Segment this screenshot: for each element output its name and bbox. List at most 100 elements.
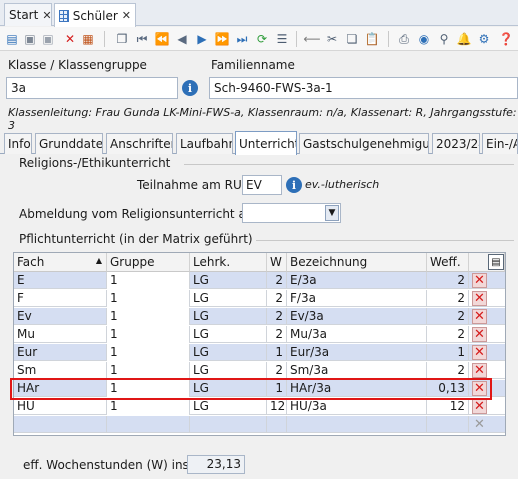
delete-row-icon[interactable]: ✕ — [472, 345, 487, 360]
paste-icon[interactable]: 📋 — [364, 31, 380, 47]
table-row[interactable]: F 1 LG 2 F/3a 2 ✕ — [14, 290, 505, 307]
cell-fach[interactable]: F — [14, 290, 107, 307]
cell-fach[interactable]: Sm — [14, 362, 107, 379]
cell-bezeichnung[interactable]: Sm/3a — [287, 362, 427, 379]
cell-bezeichnung[interactable]: E/3a — [287, 272, 427, 289]
cell-bezeichnung[interactable]: Mu/3a — [287, 326, 427, 343]
delete-row-icon[interactable]: ✕ — [472, 291, 487, 306]
cell-weff[interactable]: 2 — [427, 362, 469, 379]
doc-tab-schueler[interactable]: Schüler ✕ — [54, 3, 136, 27]
column-header-gruppe[interactable]: Gruppe — [107, 253, 190, 272]
save-gray-icon[interactable]: ▣ — [40, 31, 56, 47]
cell-w[interactable]: 2 — [267, 308, 287, 325]
delete-row-icon[interactable]: ✕ — [472, 363, 487, 378]
column-header-fach[interactable]: Fach ▲ — [14, 253, 107, 272]
cell-weff[interactable]: 12 — [427, 398, 469, 415]
cell-gruppe[interactable]: 1 — [107, 344, 190, 361]
cell-weff[interactable]: 2 — [427, 308, 469, 325]
cell-fach[interactable]: E — [14, 272, 107, 289]
tab-gastschulgenehmigung[interactable]: Gastschulgenehmigung — [299, 133, 429, 154]
cell-lehrk[interactable]: LG — [190, 398, 267, 415]
tab-2023-24[interactable]: 2023/24 — [432, 133, 480, 154]
copy-icon[interactable]: ❐ — [114, 31, 130, 47]
cell-weff[interactable]: 2 — [427, 326, 469, 343]
cell-fach-empty[interactable] — [14, 416, 107, 433]
refresh-icon[interactable]: ⟳ — [254, 31, 270, 47]
familienname-field[interactable]: Sch-9460-FWS-3a-1 — [209, 77, 518, 99]
next-fast-icon[interactable]: ⏩ — [214, 31, 230, 47]
tab-info[interactable]: Info — [4, 133, 32, 154]
close-icon[interactable]: ✕ — [42, 9, 51, 22]
cell-lehrk[interactable]: LG — [190, 272, 267, 289]
cell-fach[interactable]: HU — [14, 398, 107, 415]
save-icon[interactable]: ▣ — [22, 31, 38, 47]
cell-fach[interactable]: Mu — [14, 326, 107, 343]
doc-tab-start[interactable]: Start ✕ — [4, 3, 52, 26]
table-row[interactable]: E 1 LG 2 E/3a 2 ✕ — [14, 272, 505, 289]
cell-weff[interactable]: 1 — [427, 344, 469, 361]
delete-icon[interactable]: ✕ — [62, 31, 78, 47]
print-icon[interactable]: ⎙ — [396, 31, 412, 47]
copy2-icon[interactable]: ❏ — [344, 31, 360, 47]
table-row[interactable]: Mu 1 LG 2 Mu/3a 2 ✕ — [14, 326, 505, 343]
cancel-icon[interactable]: ▦ — [80, 31, 96, 47]
tab-grunddaten[interactable]: Grunddaten — [35, 133, 103, 154]
table-row[interactable]: Ev 1 LG 2 Ev/3a 2 ✕ — [14, 308, 505, 325]
cell-w[interactable]: 2 — [267, 272, 287, 289]
prev-fast-icon[interactable]: ⏪ — [154, 31, 170, 47]
cell-weff-empty[interactable] — [427, 416, 469, 433]
prev-icon[interactable]: ◀ — [174, 31, 190, 47]
cell-w[interactable]: 2 — [267, 326, 287, 343]
cell-gruppe[interactable]: 1 — [107, 272, 190, 289]
delete-row-icon[interactable]: ✕ — [472, 327, 487, 342]
last-icon[interactable]: ⏭ — [234, 31, 250, 47]
cell-lehrk[interactable]: LG — [190, 362, 267, 379]
new-row[interactable]: ✕ — [14, 416, 505, 433]
column-header-weff[interactable]: Weff. — [427, 253, 469, 272]
info-icon[interactable]: i — [182, 80, 198, 96]
klasse-field[interactable]: 3a — [6, 77, 178, 99]
cell-w[interactable]: 2 — [267, 290, 287, 307]
cell-bezeichnung-empty[interactable] — [287, 416, 427, 433]
cut-icon[interactable]: ✂ — [324, 31, 340, 47]
column-chooser-icon[interactable]: ▤ — [488, 254, 504, 270]
cell-fach[interactable]: Ev — [14, 308, 107, 325]
cell-bezeichnung[interactable]: Ev/3a — [287, 308, 427, 325]
cell-bezeichnung[interactable]: F/3a — [287, 290, 427, 307]
chevron-down-icon[interactable]: ▼ — [325, 205, 339, 221]
cell-weff[interactable]: 2 — [427, 290, 469, 307]
cell-lehrk[interactable]: LG — [190, 326, 267, 343]
cell-lehrk[interactable]: LG — [190, 344, 267, 361]
cell-w[interactable]: 1 — [267, 344, 287, 361]
column-header-lehrk[interactable]: Lehrk. — [190, 253, 267, 272]
cell-lehrk[interactable]: LG — [190, 290, 267, 307]
first-icon[interactable]: ⏮ — [134, 31, 150, 47]
delete-row-icon[interactable]: ✕ — [472, 309, 487, 324]
cell-gruppe[interactable]: 1 — [107, 308, 190, 325]
cell-gruppe[interactable]: 1 — [107, 362, 190, 379]
cell-lehrk-empty[interactable] — [190, 416, 267, 433]
list-icon[interactable]: ☰ — [274, 31, 290, 47]
cell-fach[interactable]: Eur — [14, 344, 107, 361]
tab-unterricht[interactable]: Unterricht — [235, 131, 297, 155]
table-row[interactable]: Sm 1 LG 2 Sm/3a 2 ✕ — [14, 362, 505, 379]
delete-row-icon[interactable]: ✕ — [472, 399, 487, 414]
tab-ein-aus[interactable]: Ein-/Au — [482, 133, 518, 154]
cell-lehrk[interactable]: LG — [190, 308, 267, 325]
column-header-w[interactable]: W — [267, 253, 287, 272]
next-icon[interactable]: ▶ — [194, 31, 210, 47]
cell-bezeichnung[interactable]: Eur/3a — [287, 344, 427, 361]
cell-gruppe-empty[interactable] — [107, 416, 190, 433]
help-icon[interactable]: ❓ — [498, 31, 514, 47]
cell-w[interactable]: 12 — [267, 398, 287, 415]
bell-icon[interactable]: 🔔 — [456, 31, 472, 47]
column-header-bezeichnung[interactable]: Bezeichnung — [287, 253, 427, 272]
settings-icon[interactable]: ⚙ — [476, 31, 492, 47]
cell-gruppe[interactable]: 1 — [107, 290, 190, 307]
cell-weff[interactable]: 2 — [427, 272, 469, 289]
cell-gruppe[interactable]: 1 — [107, 326, 190, 343]
cell-w-empty[interactable] — [267, 416, 287, 433]
cell-bezeichnung[interactable]: HU/3a — [287, 398, 427, 415]
table-row[interactable]: Eur 1 LG 1 Eur/3a 1 ✕ — [14, 344, 505, 361]
table-row[interactable]: HU 1 LG 12 HU/3a 12 ✕ — [14, 398, 505, 415]
